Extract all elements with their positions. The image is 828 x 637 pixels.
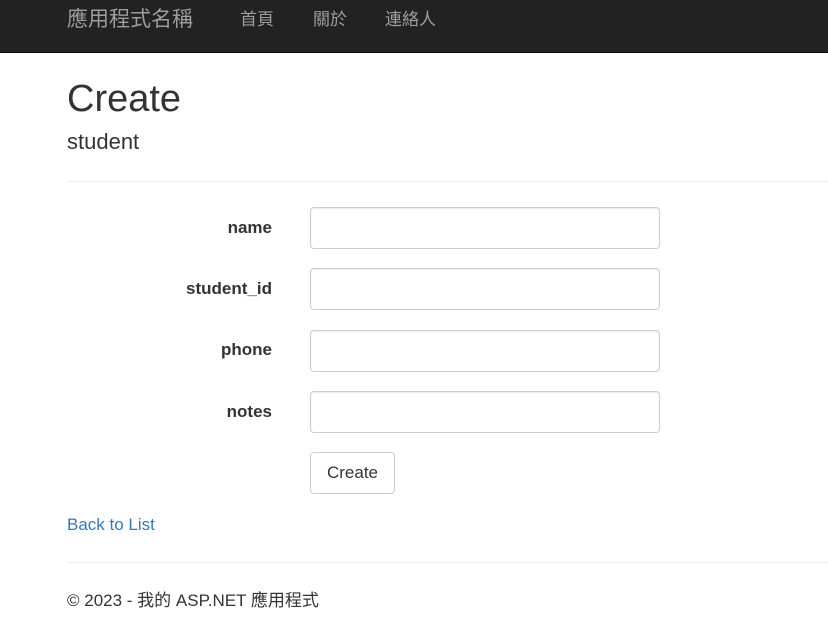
footer-text: © 2023 - 我的 ASP.NET 應用程式 xyxy=(67,591,319,610)
student-id-input[interactable] xyxy=(310,268,660,310)
phone-label: phone xyxy=(221,340,272,359)
footer-divider xyxy=(67,562,828,563)
name-label: name xyxy=(227,218,272,237)
name-input[interactable] xyxy=(310,207,660,249)
nav-link-about[interactable]: 關於 xyxy=(313,9,347,31)
student-id-label: student_id xyxy=(186,279,272,298)
divider xyxy=(67,181,828,182)
back-to-list-link[interactable]: Back to List xyxy=(67,515,155,535)
notes-input[interactable] xyxy=(310,391,660,433)
notes-label: notes xyxy=(226,402,272,421)
nav-link-contact[interactable]: 連絡人 xyxy=(385,9,436,31)
phone-input[interactable] xyxy=(310,330,660,372)
create-button[interactable]: Create xyxy=(310,452,395,494)
page-title: Create xyxy=(67,78,182,120)
page-subtitle: student xyxy=(67,129,140,154)
footer: © 2023 - 我的 ASP.NET 應用程式 xyxy=(67,591,319,611)
navbar: 應用程式名稱 首頁 關於 連絡人 xyxy=(0,0,828,53)
brand-link[interactable]: 應用程式名稱 xyxy=(67,7,193,33)
nav-link-home[interactable]: 首頁 xyxy=(240,9,274,31)
